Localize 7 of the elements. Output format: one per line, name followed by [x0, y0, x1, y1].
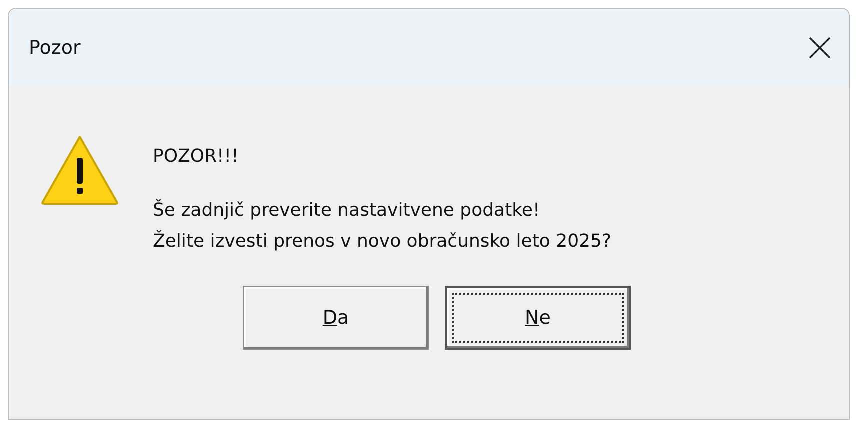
dialog-button[interactable]: Da	[243, 286, 429, 350]
message-heading: POZOR!!!	[153, 146, 240, 167]
dialog-button[interactable]: Ne	[445, 286, 631, 350]
warning-icon	[40, 134, 120, 206]
message-text: Še zadnjič preverite nastavitvene podatke! Želite izvesti prenos v novo obračunsko leto 2025?	[153, 198, 612, 254]
close-icon[interactable]	[809, 36, 831, 58]
window-title: Pozor	[29, 36, 81, 58]
